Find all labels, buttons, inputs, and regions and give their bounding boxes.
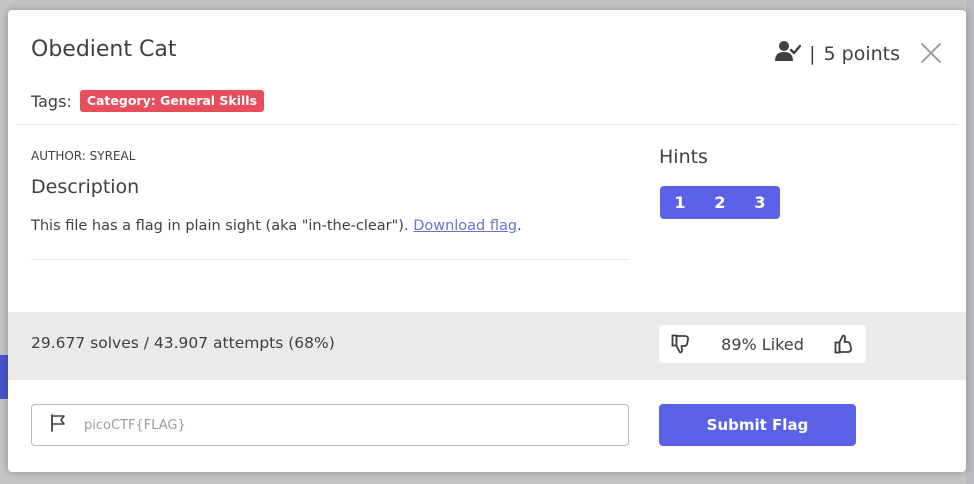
hint-button-2[interactable]: 2: [700, 186, 740, 219]
hints-button-group: 1 2 3: [660, 186, 780, 219]
author-label: AUTHOR: SYREAL: [31, 149, 136, 163]
flag-input[interactable]: [84, 417, 604, 433]
description-text: This file has a flag in plain sight (aka…: [31, 218, 522, 234]
description-title: Description: [31, 176, 140, 198]
challenge-title: Obedient Cat: [31, 37, 177, 62]
description-body: This file has a flag in plain sight (aka…: [31, 218, 414, 234]
user-check-icon: [775, 40, 802, 67]
points-value: 5 points: [823, 42, 900, 65]
stats-band: 29.677 solves / 43.907 attempts (68%) 89…: [8, 312, 966, 380]
hint-button-3[interactable]: 3: [740, 186, 780, 219]
description-divider: [31, 259, 629, 260]
header-divider: [16, 124, 958, 125]
like-widget: 89% Liked: [659, 325, 866, 363]
close-icon[interactable]: [920, 42, 942, 64]
liked-percentage: 89% Liked: [721, 334, 804, 354]
backdrop-accent-left: [0, 355, 8, 399]
thumbs-up-icon[interactable]: [834, 334, 854, 354]
challenge-modal: Obedient Cat | 5 points Tags: Category: …: [8, 10, 966, 472]
hints-title: Hints: [659, 146, 708, 168]
tags-label: Tags:: [31, 91, 72, 111]
points-separator: |: [809, 42, 816, 65]
tags-row: Tags: Category: General Skills: [31, 90, 265, 112]
points-info: | 5 points: [775, 40, 900, 67]
solves-stats: 29.677 solves / 43.907 attempts (68%): [31, 334, 335, 352]
flag-icon: [50, 414, 66, 436]
flag-input-container: [31, 404, 629, 446]
description-end: .: [517, 218, 522, 234]
backdrop-strip-right: [966, 0, 974, 484]
hint-button-1[interactable]: 1: [660, 186, 700, 219]
submit-flag-button[interactable]: Submit Flag: [659, 404, 856, 446]
tag-badge-category[interactable]: Category: General Skills: [79, 90, 265, 112]
download-flag-link[interactable]: Download flag: [413, 218, 517, 234]
thumbs-down-icon[interactable]: [671, 334, 691, 354]
